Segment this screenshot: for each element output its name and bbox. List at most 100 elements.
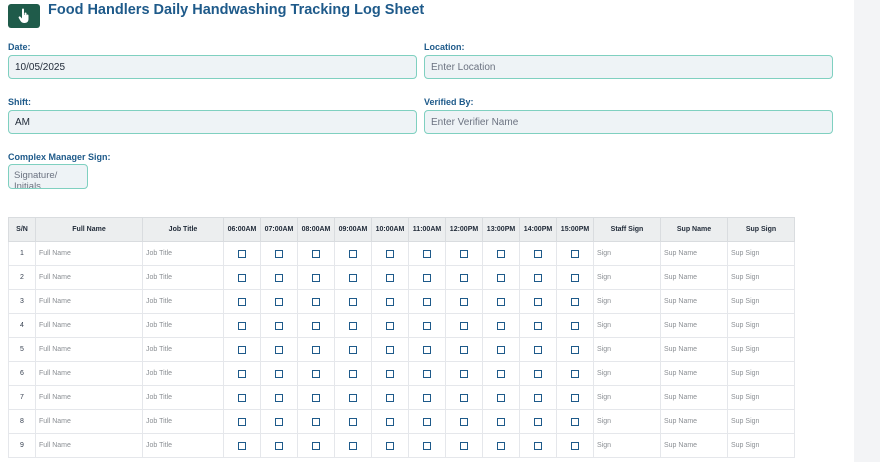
full-name-cell[interactable]: Full Name	[35, 241, 143, 266]
sup-sign-cell[interactable]: Sup Sign	[727, 241, 795, 266]
hour-checkbox[interactable]	[386, 321, 394, 330]
hour-checkbox[interactable]	[460, 249, 468, 258]
hour-checkbox[interactable]	[571, 273, 579, 282]
job-title-cell[interactable]: Job Title	[142, 385, 224, 410]
hour-checkbox[interactable]	[571, 369, 579, 378]
hour-checkbox[interactable]	[238, 321, 246, 330]
hour-checkbox[interactable]	[386, 249, 394, 258]
full-name-cell[interactable]: Full Name	[35, 265, 143, 290]
hour-checkbox[interactable]	[460, 321, 468, 330]
hour-checkbox[interactable]	[275, 393, 283, 402]
staff-sign-cell[interactable]: Sign	[593, 265, 661, 290]
complex-manager-sign-field[interactable]: Signature/ Initials	[8, 164, 88, 189]
sup-sign-cell[interactable]: Sup Sign	[727, 409, 795, 434]
hour-checkbox[interactable]	[312, 297, 320, 306]
staff-sign-cell[interactable]: Sign	[593, 241, 661, 266]
hour-checkbox[interactable]	[275, 345, 283, 354]
hour-checkbox[interactable]	[571, 393, 579, 402]
hour-checkbox[interactable]	[423, 417, 431, 426]
hour-checkbox[interactable]	[423, 273, 431, 282]
hour-checkbox[interactable]	[423, 393, 431, 402]
sup-sign-cell[interactable]: Sup Sign	[727, 385, 795, 410]
hour-checkbox[interactable]	[312, 273, 320, 282]
hour-checkbox[interactable]	[275, 441, 283, 450]
hour-checkbox[interactable]	[571, 297, 579, 306]
job-title-cell[interactable]: Job Title	[142, 241, 224, 266]
hour-checkbox[interactable]	[275, 249, 283, 258]
hour-checkbox[interactable]	[312, 345, 320, 354]
hour-checkbox[interactable]	[349, 441, 357, 450]
staff-sign-cell[interactable]: Sign	[593, 337, 661, 362]
hour-checkbox[interactable]	[275, 273, 283, 282]
hour-checkbox[interactable]	[238, 297, 246, 306]
hour-checkbox[interactable]	[497, 441, 505, 450]
sup-sign-cell[interactable]: Sup Sign	[727, 337, 795, 362]
sup-name-cell[interactable]: Sup Name	[660, 265, 728, 290]
hour-checkbox[interactable]	[460, 369, 468, 378]
job-title-cell[interactable]: Job Title	[142, 337, 224, 362]
sup-name-cell[interactable]: Sup Name	[660, 241, 728, 266]
sup-sign-cell[interactable]: Sup Sign	[727, 361, 795, 386]
hour-checkbox[interactable]	[460, 345, 468, 354]
hour-checkbox[interactable]	[386, 345, 394, 354]
hour-checkbox[interactable]	[423, 249, 431, 258]
hour-checkbox[interactable]	[534, 249, 542, 258]
hour-checkbox[interactable]	[534, 321, 542, 330]
hour-checkbox[interactable]	[423, 369, 431, 378]
hour-checkbox[interactable]	[497, 393, 505, 402]
hour-checkbox[interactable]	[238, 273, 246, 282]
hour-checkbox[interactable]	[312, 369, 320, 378]
hour-checkbox[interactable]	[349, 321, 357, 330]
hour-checkbox[interactable]	[312, 393, 320, 402]
hour-checkbox[interactable]	[386, 393, 394, 402]
hour-checkbox[interactable]	[238, 369, 246, 378]
hour-checkbox[interactable]	[571, 345, 579, 354]
hour-checkbox[interactable]	[423, 441, 431, 450]
sup-name-cell[interactable]: Sup Name	[660, 361, 728, 386]
hour-checkbox[interactable]	[497, 321, 505, 330]
sup-name-cell[interactable]: Sup Name	[660, 313, 728, 338]
hour-checkbox[interactable]	[497, 273, 505, 282]
staff-sign-cell[interactable]: Sign	[593, 433, 661, 458]
hour-checkbox[interactable]	[534, 297, 542, 306]
hour-checkbox[interactable]	[386, 273, 394, 282]
hour-checkbox[interactable]	[238, 249, 246, 258]
hour-checkbox[interactable]	[312, 321, 320, 330]
hour-checkbox[interactable]	[349, 297, 357, 306]
hour-checkbox[interactable]	[571, 441, 579, 450]
hour-checkbox[interactable]	[312, 441, 320, 450]
hour-checkbox[interactable]	[534, 393, 542, 402]
hour-checkbox[interactable]	[238, 417, 246, 426]
sup-name-cell[interactable]: Sup Name	[660, 289, 728, 314]
sup-sign-cell[interactable]: Sup Sign	[727, 289, 795, 314]
job-title-cell[interactable]: Job Title	[142, 409, 224, 434]
full-name-cell[interactable]: Full Name	[35, 361, 143, 386]
full-name-cell[interactable]: Full Name	[35, 433, 143, 458]
hour-checkbox[interactable]	[497, 417, 505, 426]
hour-checkbox[interactable]	[238, 345, 246, 354]
hour-checkbox[interactable]	[275, 369, 283, 378]
hour-checkbox[interactable]	[571, 249, 579, 258]
hour-checkbox[interactable]	[460, 297, 468, 306]
hour-checkbox[interactable]	[497, 345, 505, 354]
hour-checkbox[interactable]	[386, 369, 394, 378]
full-name-cell[interactable]: Full Name	[35, 409, 143, 434]
shift-field[interactable]: AM	[8, 110, 417, 134]
job-title-cell[interactable]: Job Title	[142, 313, 224, 338]
hour-checkbox[interactable]	[386, 297, 394, 306]
hour-checkbox[interactable]	[312, 249, 320, 258]
sup-sign-cell[interactable]: Sup Sign	[727, 433, 795, 458]
hour-checkbox[interactable]	[534, 417, 542, 426]
sup-name-cell[interactable]: Sup Name	[660, 409, 728, 434]
sup-name-cell[interactable]: Sup Name	[660, 385, 728, 410]
sup-sign-cell[interactable]: Sup Sign	[727, 265, 795, 290]
job-title-cell[interactable]: Job Title	[142, 433, 224, 458]
staff-sign-cell[interactable]: Sign	[593, 313, 661, 338]
staff-sign-cell[interactable]: Sign	[593, 409, 661, 434]
full-name-cell[interactable]: Full Name	[35, 385, 143, 410]
staff-sign-cell[interactable]: Sign	[593, 361, 661, 386]
hour-checkbox[interactable]	[275, 417, 283, 426]
hour-checkbox[interactable]	[460, 273, 468, 282]
hour-checkbox[interactable]	[497, 249, 505, 258]
hour-checkbox[interactable]	[386, 417, 394, 426]
